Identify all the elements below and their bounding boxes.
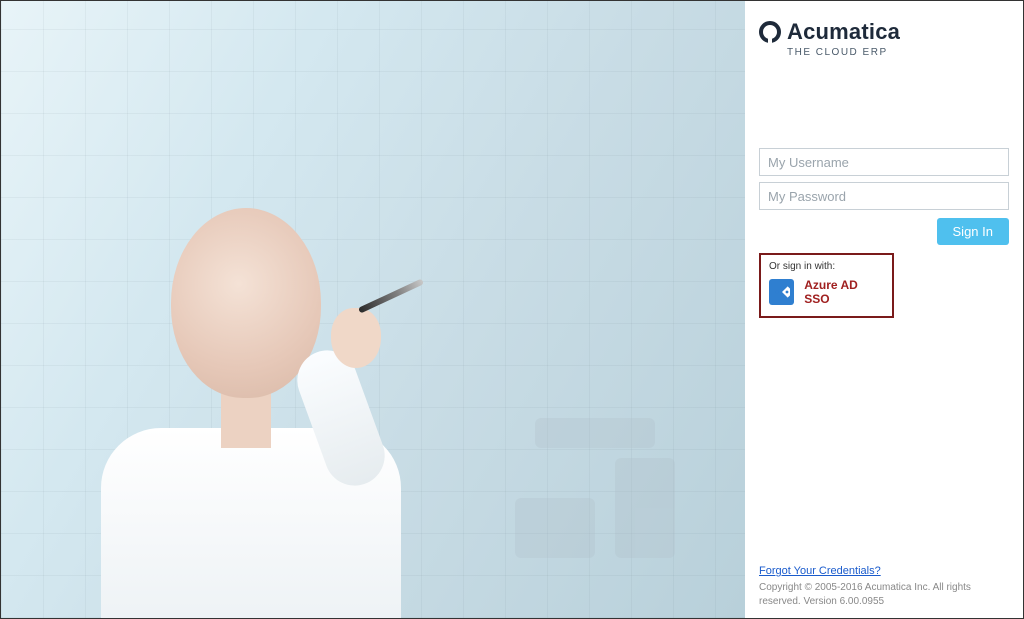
sso-prompt: Or sign in with: xyxy=(769,261,884,272)
forgot-credentials-link[interactable]: Forgot Your Credentials? xyxy=(759,565,881,577)
hero-lab-equipment xyxy=(515,378,715,558)
copyright-text: Copyright © 2005-2016 Acumatica Inc. All… xyxy=(759,581,1009,608)
hero-image xyxy=(1,1,745,618)
username-input[interactable] xyxy=(759,148,1009,176)
azure-ad-icon xyxy=(769,279,794,305)
sso-section: Or sign in with: Azure AD SSO xyxy=(759,253,894,318)
sso-provider-label: Azure AD SSO xyxy=(804,278,884,306)
login-panel: Acumatica THE CLOUD ERP Sign In Or sign … xyxy=(745,1,1023,618)
brand-name: Acumatica xyxy=(787,19,900,45)
azure-ad-sso-button[interactable]: Azure AD SSO xyxy=(769,278,884,306)
acumatica-logo-icon xyxy=(759,21,781,43)
password-input[interactable] xyxy=(759,182,1009,210)
hero-figure xyxy=(81,138,421,618)
brand-logo: Acumatica THE CLOUD ERP xyxy=(759,19,1009,58)
brand-tagline: THE CLOUD ERP xyxy=(787,47,1009,58)
signin-button[interactable]: Sign In xyxy=(937,218,1009,245)
